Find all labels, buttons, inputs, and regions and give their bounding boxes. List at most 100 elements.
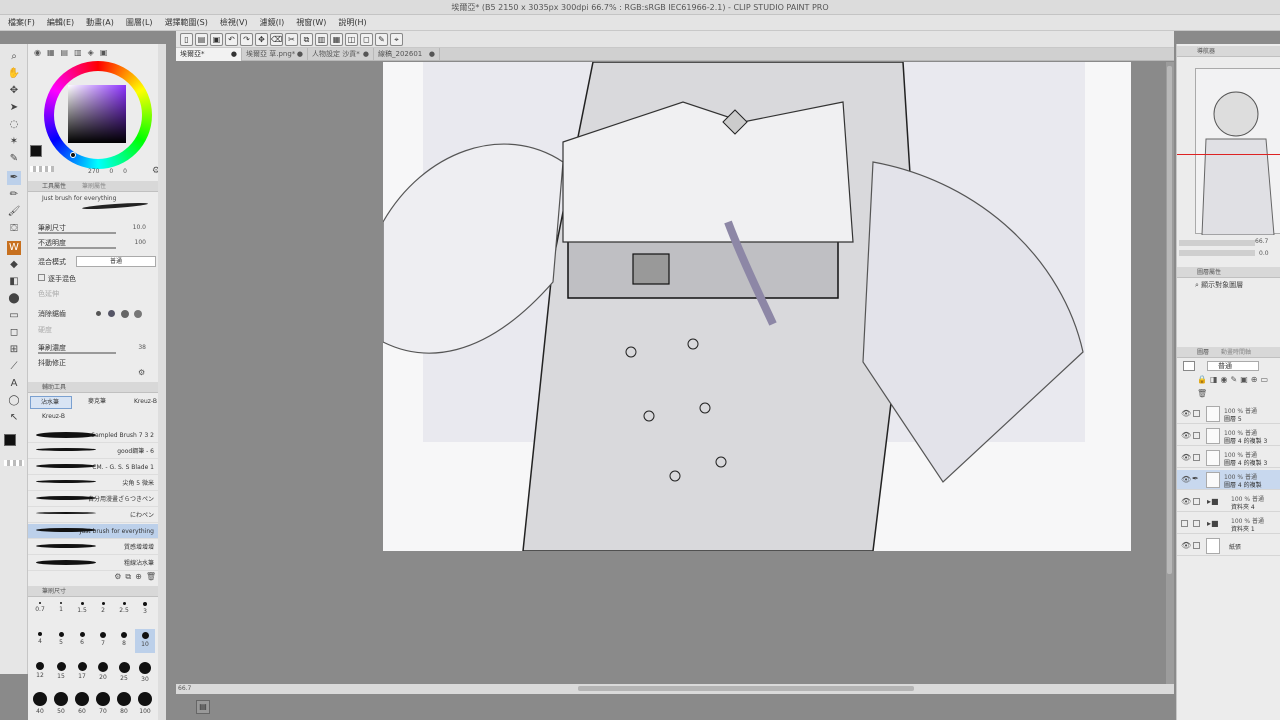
brush-size-preset[interactable]: 12 xyxy=(30,659,50,683)
menu-help[interactable]: 說明(H) xyxy=(338,17,366,28)
show-target-layer[interactable]: ⌕ 顯示對象圖層 xyxy=(1195,280,1280,292)
history-tab-icon[interactable]: ◈ xyxy=(88,48,94,57)
reference-icon[interactable]: ◉ xyxy=(1221,375,1228,386)
layer-row[interactable]: 👁 100 % 普通 圖層 4 的複製 3 xyxy=(1177,448,1280,468)
pencil-icon[interactable]: ✏ xyxy=(7,188,21,202)
brush-size-preset[interactable]: 70 xyxy=(93,689,113,715)
color-mixing-checkbox[interactable] xyxy=(38,274,45,281)
tab-document-2[interactable]: 埃爾亞 草.png* ● xyxy=(242,48,308,61)
menu-view[interactable]: 檢視(V) xyxy=(220,17,248,28)
undo-icon[interactable]: ↶ xyxy=(225,32,238,46)
mask-icon[interactable]: ▣ xyxy=(1240,375,1248,386)
brush-size-preset[interactable]: 25 xyxy=(114,659,134,683)
close-icon[interactable]: ● xyxy=(231,48,237,61)
tab-document-3[interactable]: 人物設定 沙貢* ● xyxy=(308,48,374,61)
ruler-icon[interactable]: ⟋ xyxy=(7,360,21,374)
brush-size-preset[interactable]: 5 xyxy=(51,629,71,653)
eraser-icon[interactable]: ◆ xyxy=(7,258,21,272)
subtool-group-kreuz-2[interactable]: Kreuz-B xyxy=(30,411,72,424)
layer-row[interactable]: 👁 100 % 普通 圖層 4 的複製 3 xyxy=(1177,426,1280,446)
blend-icon[interactable]: ◧ xyxy=(7,275,21,289)
subtool-item[interactable]: good鋼筆 - 6 xyxy=(28,444,158,459)
subtool-copy-icon[interactable]: ⧉ xyxy=(125,572,131,582)
intermediate-color-tab-icon[interactable]: ▤ xyxy=(61,48,69,57)
aa-strong-icon[interactable] xyxy=(134,310,142,318)
hand-icon[interactable]: ✋ xyxy=(7,67,21,81)
clip-icon[interactable]: ◨ xyxy=(1210,375,1218,386)
brush-size-preset[interactable]: 50 xyxy=(51,689,71,715)
paste-icon[interactable]: ▥ xyxy=(315,32,328,46)
color-wheel-tab-icon[interactable]: ◉ xyxy=(34,48,41,57)
menu-selection[interactable]: 選擇範圍(S) xyxy=(165,17,208,28)
menu-layer[interactable]: 圖層(L) xyxy=(126,17,153,28)
subtool-item-selected[interactable]: Just brush for everything xyxy=(28,524,158,539)
rotate-slider[interactable] xyxy=(1179,250,1255,256)
layer-color-icon[interactable] xyxy=(1183,361,1195,371)
brush-size-preset[interactable]: 1.5 xyxy=(72,599,92,623)
transparent-swatch[interactable] xyxy=(4,460,24,466)
subtool-item[interactable]: 質感增增增 xyxy=(28,540,158,555)
menu-edit[interactable]: 編輯(E) xyxy=(47,17,74,28)
fill-command-icon[interactable]: ▦ xyxy=(330,32,343,46)
color-mixing-row[interactable]: 逐手混色 xyxy=(38,273,158,285)
tool-property-settings-icon[interactable]: ⚙ xyxy=(138,368,145,377)
menu-file[interactable]: 檔案(F) xyxy=(8,17,35,28)
brush-size-preset[interactable]: 6 xyxy=(72,629,92,653)
layer-row[interactable]: 👁 100 % 普通 圖層 5 xyxy=(1177,404,1280,424)
subtool-item[interactable]: 自分用漫畫ざらつきペン xyxy=(28,492,158,507)
menu-animation[interactable]: 動畫(A) xyxy=(86,17,114,28)
brush-density-slider[interactable] xyxy=(38,352,116,354)
brush-size-preset[interactable]: 7 xyxy=(93,629,113,653)
brush-size-preset[interactable]: 10 xyxy=(135,629,155,653)
frame-icon[interactable]: ⊞ xyxy=(7,343,21,357)
folder-row[interactable]: ▸■ 100 % 普通 資料夾 1 xyxy=(1177,514,1280,534)
color-cursor[interactable] xyxy=(70,152,76,158)
visibility-eye-icon[interactable]: 👁 xyxy=(1181,453,1191,462)
eyedropper-icon[interactable]: ✎ xyxy=(7,152,21,166)
blend-mode-row[interactable]: 混合模式 普通 xyxy=(38,256,158,268)
opacity-row[interactable]: 不透明度 100 xyxy=(38,237,158,249)
copy-icon[interactable]: ⧉ xyxy=(300,32,313,46)
brush-size-preset[interactable]: 4 xyxy=(30,629,50,653)
lasso-icon[interactable]: ◌ xyxy=(7,118,21,132)
aa-none-icon[interactable] xyxy=(96,311,101,316)
subtool-new-icon[interactable]: ⊕ xyxy=(135,572,142,582)
brush-size-preset[interactable]: 0.7 xyxy=(30,599,50,623)
correct-line-icon[interactable]: ↖ xyxy=(7,411,21,425)
snap-icon[interactable]: ⌖ xyxy=(390,32,403,46)
canvas-artwork[interactable] xyxy=(383,62,1131,551)
cut-icon[interactable]: ✂ xyxy=(285,32,298,46)
airbrush-icon[interactable]: ⛋ xyxy=(7,222,21,236)
brush-size-preset[interactable]: 20 xyxy=(93,659,113,683)
brush-size-preset[interactable]: 3 xyxy=(135,599,155,623)
canvas-horizontal-scroll-thumb[interactable] xyxy=(578,686,914,691)
transform-icon[interactable]: ✥ xyxy=(255,32,268,46)
pen-icon[interactable]: ✒ xyxy=(7,171,21,185)
brush-size-preset[interactable]: 30 xyxy=(135,659,155,683)
brush-icon[interactable]: 🖌 xyxy=(7,205,21,219)
brush-size-preset[interactable]: 2 xyxy=(93,599,113,623)
save-icon[interactable]: ▣ xyxy=(210,32,223,46)
anti-aliasing-row[interactable]: 消除鋸齒 xyxy=(38,308,158,320)
animation-timeline-tab[interactable]: 動畫時間軸 xyxy=(1221,349,1251,356)
subtool-item[interactable]: にわペン xyxy=(28,508,158,523)
brush-size-preset[interactable]: 80 xyxy=(114,689,134,715)
brush-size-row[interactable]: 筆刷尺寸 10.0 xyxy=(38,222,158,234)
main-color-swatch[interactable] xyxy=(4,434,16,446)
open-icon[interactable]: ▤ xyxy=(195,32,208,46)
decoration-icon[interactable]: W xyxy=(7,241,21,255)
visibility-eye-icon[interactable]: 👁 xyxy=(1181,409,1191,418)
clear-icon[interactable]: ⌫ xyxy=(270,32,283,46)
brush-size-preset[interactable]: 60 xyxy=(72,689,92,715)
foreground-color[interactable] xyxy=(30,145,42,157)
fill-icon[interactable]: ⬤ xyxy=(7,292,21,306)
color-set-tab-icon[interactable]: ▦ xyxy=(47,48,55,57)
lock-icon[interactable]: 🔒 xyxy=(1197,375,1207,386)
paper-layer-row[interactable]: 👁 紙張 xyxy=(1177,536,1280,556)
figure-icon[interactable]: ◻ xyxy=(7,326,21,340)
approx-color-tab-icon[interactable]: ▥ xyxy=(74,48,82,57)
navigator-preview[interactable] xyxy=(1195,68,1280,236)
move-icon[interactable]: ✥ xyxy=(7,84,21,98)
brush-size-preset[interactable]: 17 xyxy=(72,659,92,683)
subtool-item[interactable]: Sampled Brush 7 3 2 xyxy=(28,428,158,443)
